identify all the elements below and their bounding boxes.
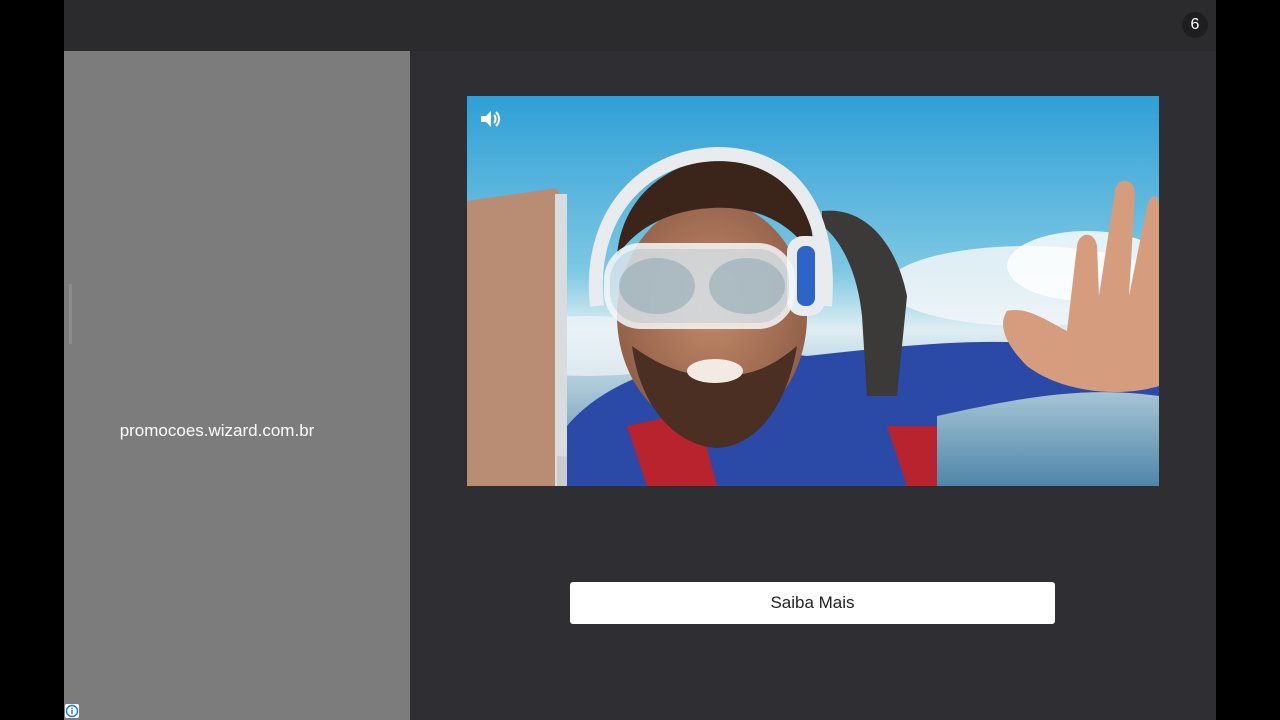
top-bar: 6: [64, 0, 1216, 51]
info-icon[interactable]: [65, 704, 79, 718]
saiba-mais-button[interactable]: Saiba Mais: [570, 582, 1055, 624]
display-url-text[interactable]: promocoes.wizard.com.br: [120, 421, 315, 441]
panel-handle: [69, 284, 72, 344]
companion-panel[interactable]: promocoes.wizard.com.br: [64, 51, 410, 720]
ad-player-frame: 6 promocoes.wizard.com.br Saiba Mais: [64, 0, 1216, 720]
countdown-badge: 6: [1182, 12, 1208, 38]
speaker-icon[interactable]: [479, 108, 501, 130]
display-url[interactable]: promocoes.wizard.com.br: [64, 421, 370, 441]
ad-video[interactable]: [467, 96, 1159, 486]
video-frame-image: [467, 96, 1159, 486]
